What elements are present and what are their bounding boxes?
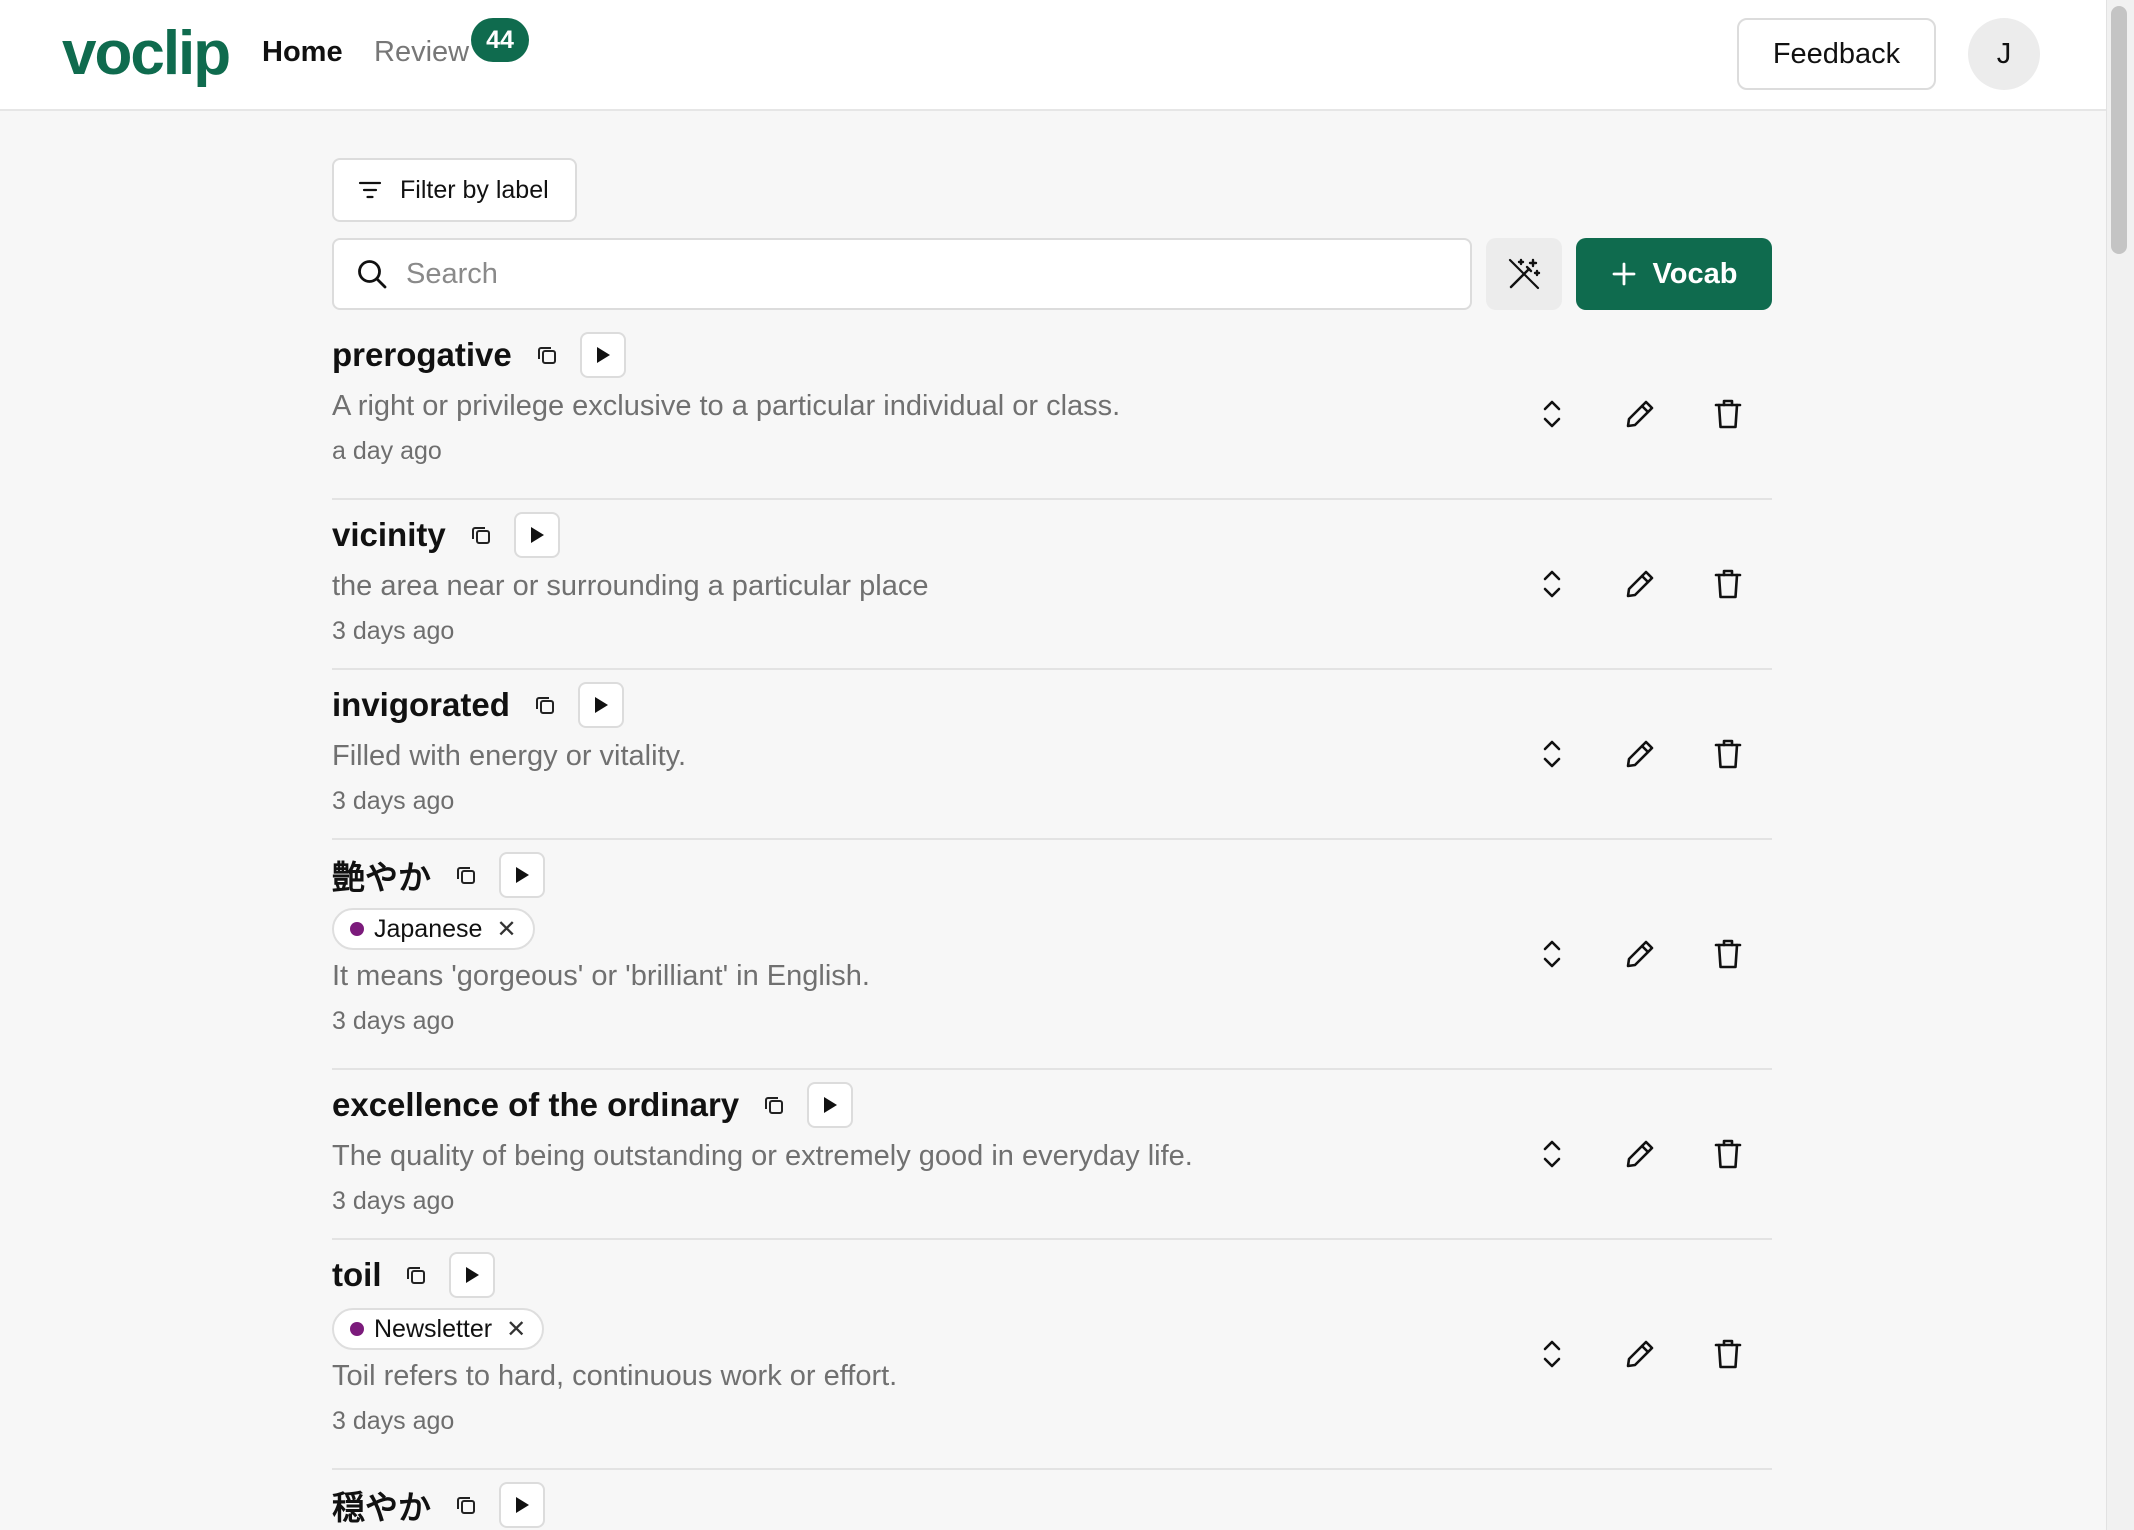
search-field[interactable]: [332, 238, 1472, 310]
filter-by-label-button[interactable]: Filter by label: [332, 158, 577, 222]
play-pronunciation-button[interactable]: [577, 682, 624, 728]
vocab-item[interactable]: toil Newsletter ✕ Toil refers to hard, cont…: [332, 1240, 1772, 1470]
nav-home-link[interactable]: Home: [262, 36, 343, 69]
trash-icon[interactable]: [1684, 724, 1772, 784]
nav-review-link[interactable]: Review: [374, 36, 469, 69]
user-avatar[interactable]: J: [1968, 18, 2040, 90]
play-pronunciation-button[interactable]: [807, 1082, 854, 1128]
chevron-up-down-icon[interactable]: [1508, 924, 1596, 984]
copy-icon[interactable]: [451, 1490, 481, 1520]
vocab-actions: [1508, 500, 1772, 668]
review-count-badge: 44: [471, 18, 529, 62]
trash-icon[interactable]: [1684, 924, 1772, 984]
scrollbar-thumb[interactable]: [2111, 6, 2127, 254]
vocab-item[interactable]: invigorated Filled with energy or vitalit…: [332, 670, 1772, 840]
trash-icon[interactable]: [1684, 1124, 1772, 1184]
vocab-term: excellence of the ordinary: [332, 1086, 740, 1123]
vocab-item[interactable]: 穏やか: [332, 1470, 1772, 1530]
trash-icon[interactable]: [1684, 1324, 1772, 1384]
search-input[interactable]: [406, 257, 1446, 291]
pencil-icon[interactable]: [1596, 554, 1684, 614]
vocab-actions: [1508, 1070, 1772, 1238]
copy-icon[interactable]: [530, 690, 560, 720]
chevron-up-down-icon[interactable]: [1508, 1124, 1596, 1184]
vocab-term: prerogative: [332, 336, 512, 373]
label-chip[interactable]: Newsletter ✕: [332, 1308, 545, 1350]
filter-label-text: Filter by label: [400, 175, 549, 204]
play-pronunciation-button[interactable]: [579, 332, 626, 378]
label-chip-text: Japanese: [374, 914, 483, 943]
play-triangle-icon: [594, 345, 612, 365]
feedback-button[interactable]: Feedback: [1737, 18, 1936, 90]
play-pronunciation-button[interactable]: [499, 852, 545, 898]
plus-icon: [1611, 261, 1637, 287]
magic-wand-icon: [1507, 257, 1541, 291]
chevron-up-down-icon[interactable]: [1508, 554, 1596, 614]
label-color-dot: [350, 922, 364, 936]
vocab-term: invigorated: [332, 686, 510, 723]
chevron-up-down-icon[interactable]: [1508, 1324, 1596, 1384]
play-pronunciation-button[interactable]: [499, 1482, 545, 1528]
vocab-item[interactable]: 艶やか Japanese ✕ It means 'gorgeous' or 'bril…: [332, 840, 1772, 1070]
add-vocab-label: Vocab: [1652, 257, 1738, 290]
vocab-actions: [1508, 330, 1772, 498]
label-chip[interactable]: Japanese ✕: [332, 908, 535, 950]
vocab-term-row: 穏やか: [332, 1480, 1772, 1530]
play-triangle-icon: [513, 1495, 531, 1515]
pencil-icon[interactable]: [1596, 724, 1684, 784]
pencil-icon[interactable]: [1596, 384, 1684, 444]
vocab-term: 艶やか: [332, 859, 431, 896]
vocab-actions: [1508, 840, 1772, 1068]
app-logo[interactable]: voclip: [62, 20, 231, 88]
copy-icon[interactable]: [759, 1090, 789, 1120]
label-chip-text: Newsletter: [374, 1314, 493, 1343]
add-vocab-button[interactable]: Vocab: [1576, 238, 1772, 310]
vocab-term: toil: [332, 1256, 382, 1293]
vocab-item[interactable]: prerogative A right or privilege exclusiv…: [332, 330, 1772, 500]
play-triangle-icon: [463, 1265, 481, 1285]
play-triangle-icon: [513, 865, 531, 885]
chevron-up-down-icon[interactable]: [1508, 384, 1596, 444]
trash-icon[interactable]: [1684, 384, 1772, 444]
magic-wand-button[interactable]: [1486, 238, 1562, 310]
vocab-term: 穏やか: [332, 1489, 431, 1526]
pencil-icon[interactable]: [1596, 924, 1684, 984]
vocab-term: vicinity: [332, 516, 446, 553]
label-color-dot: [350, 1322, 364, 1336]
play-pronunciation-button[interactable]: [513, 512, 560, 558]
play-triangle-icon: [528, 525, 546, 545]
trash-icon[interactable]: [1684, 554, 1772, 614]
x-icon[interactable]: ✕: [496, 915, 516, 944]
vocab-item[interactable]: vicinity the area near or surrounding a p…: [332, 500, 1772, 670]
vocab-item[interactable]: excellence of the ordinary The quality of…: [332, 1070, 1772, 1240]
play-triangle-icon: [821, 1095, 839, 1115]
magnifier-icon: [356, 258, 388, 290]
top-header: voclip Home Review 44 Feedback J: [0, 0, 2106, 111]
filter-lines-icon: [358, 180, 382, 200]
copy-icon[interactable]: [451, 860, 481, 890]
play-triangle-icon: [592, 695, 610, 715]
chevron-up-down-icon[interactable]: [1508, 724, 1596, 784]
vocab-list: prerogative A right or privilege exclusiv…: [332, 330, 1772, 1530]
vocab-actions: [1508, 1240, 1772, 1468]
copy-icon[interactable]: [401, 1260, 431, 1290]
vocab-actions: [1508, 670, 1772, 838]
pencil-icon[interactable]: [1596, 1324, 1684, 1384]
pencil-icon[interactable]: [1596, 1124, 1684, 1184]
x-icon[interactable]: ✕: [506, 1315, 526, 1344]
copy-icon[interactable]: [466, 520, 496, 550]
copy-icon[interactable]: [532, 340, 562, 370]
play-pronunciation-button[interactable]: [449, 1252, 496, 1298]
